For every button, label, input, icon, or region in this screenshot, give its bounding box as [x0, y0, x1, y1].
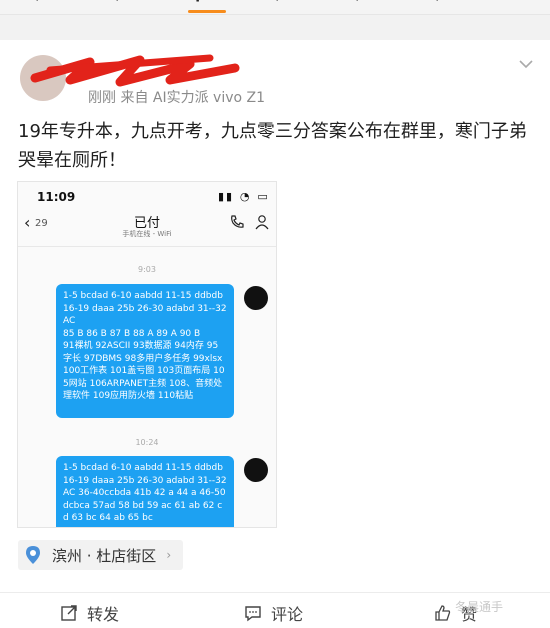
phone-time: 11:09: [37, 190, 76, 204]
nav-tab[interactable]: ·: [275, 0, 279, 9]
sender-avatar: [244, 458, 268, 482]
signal-wifi-battery-icon: ▮▮ ◔ ▭: [218, 190, 270, 203]
chat-header: ‹ 29 已付 手机在线 - WiFi: [18, 212, 276, 247]
redaction-scribble: [30, 54, 240, 87]
post-image-phone-screenshot[interactable]: 11:09 ▮▮ ◔ ▭ ‹ 29 已付 手机在线 - WiFi 9:03 1-…: [17, 181, 277, 528]
repost-label: 转发: [87, 605, 120, 624]
chat-subtitle: 手机在线 - WiFi: [122, 230, 172, 238]
chat-timestamp: 9:03: [138, 265, 156, 274]
thumbs-up-icon: [435, 605, 451, 621]
chevron-down-icon[interactable]: [518, 56, 534, 72]
chevron-right-icon: ›: [166, 548, 172, 562]
comment-label: 评论: [271, 605, 304, 624]
sender-avatar: [244, 286, 268, 310]
message-bubble: 1-5 bcdad 6-10 aabdd 11-15 ddbdb 16-19 d…: [56, 456, 234, 527]
feed-gap: [0, 15, 550, 40]
active-tab-indicator: [188, 10, 226, 13]
comment-icon: [245, 606, 261, 622]
user-icon: [255, 215, 269, 230]
repost-button[interactable]: 转发: [60, 601, 119, 625]
message-bubble: 1-5 bcdad 6-10 aabdd 11-15 ddbdb 16-19 d…: [56, 284, 234, 418]
chat-timestamp: 10:24: [135, 438, 159, 447]
nav-tab[interactable]: ·: [355, 0, 359, 9]
location-label: 滨州 · 杜店街区: [52, 546, 157, 565]
phone-call-icon: [231, 215, 244, 228]
comment-button[interactable]: 评论: [244, 601, 303, 625]
post-text: 19年专升本，九点开考，九点零三分答案公布在群里，寒门子弟哭晕在厕所！: [18, 121, 527, 171]
location-tag[interactable]: 滨州 · 杜店街区 ›: [18, 540, 184, 570]
nav-tab[interactable]: ·: [35, 0, 39, 9]
top-nav: · · · · · ·: [0, 0, 550, 15]
nav-tab[interactable]: ·: [115, 0, 119, 9]
watermark: 冬晨通手: [455, 600, 504, 614]
location-pin-icon: [26, 546, 40, 564]
nav-tab-active[interactable]: ·: [195, 0, 200, 9]
nav-tab[interactable]: ·: [435, 0, 439, 9]
repost-icon: [61, 605, 77, 621]
phone-status-bar: 11:09 ▮▮ ◔ ▭: [18, 182, 276, 212]
post-meta: 刚刚 来自 AI实力派 vivo Z1: [88, 90, 266, 106]
